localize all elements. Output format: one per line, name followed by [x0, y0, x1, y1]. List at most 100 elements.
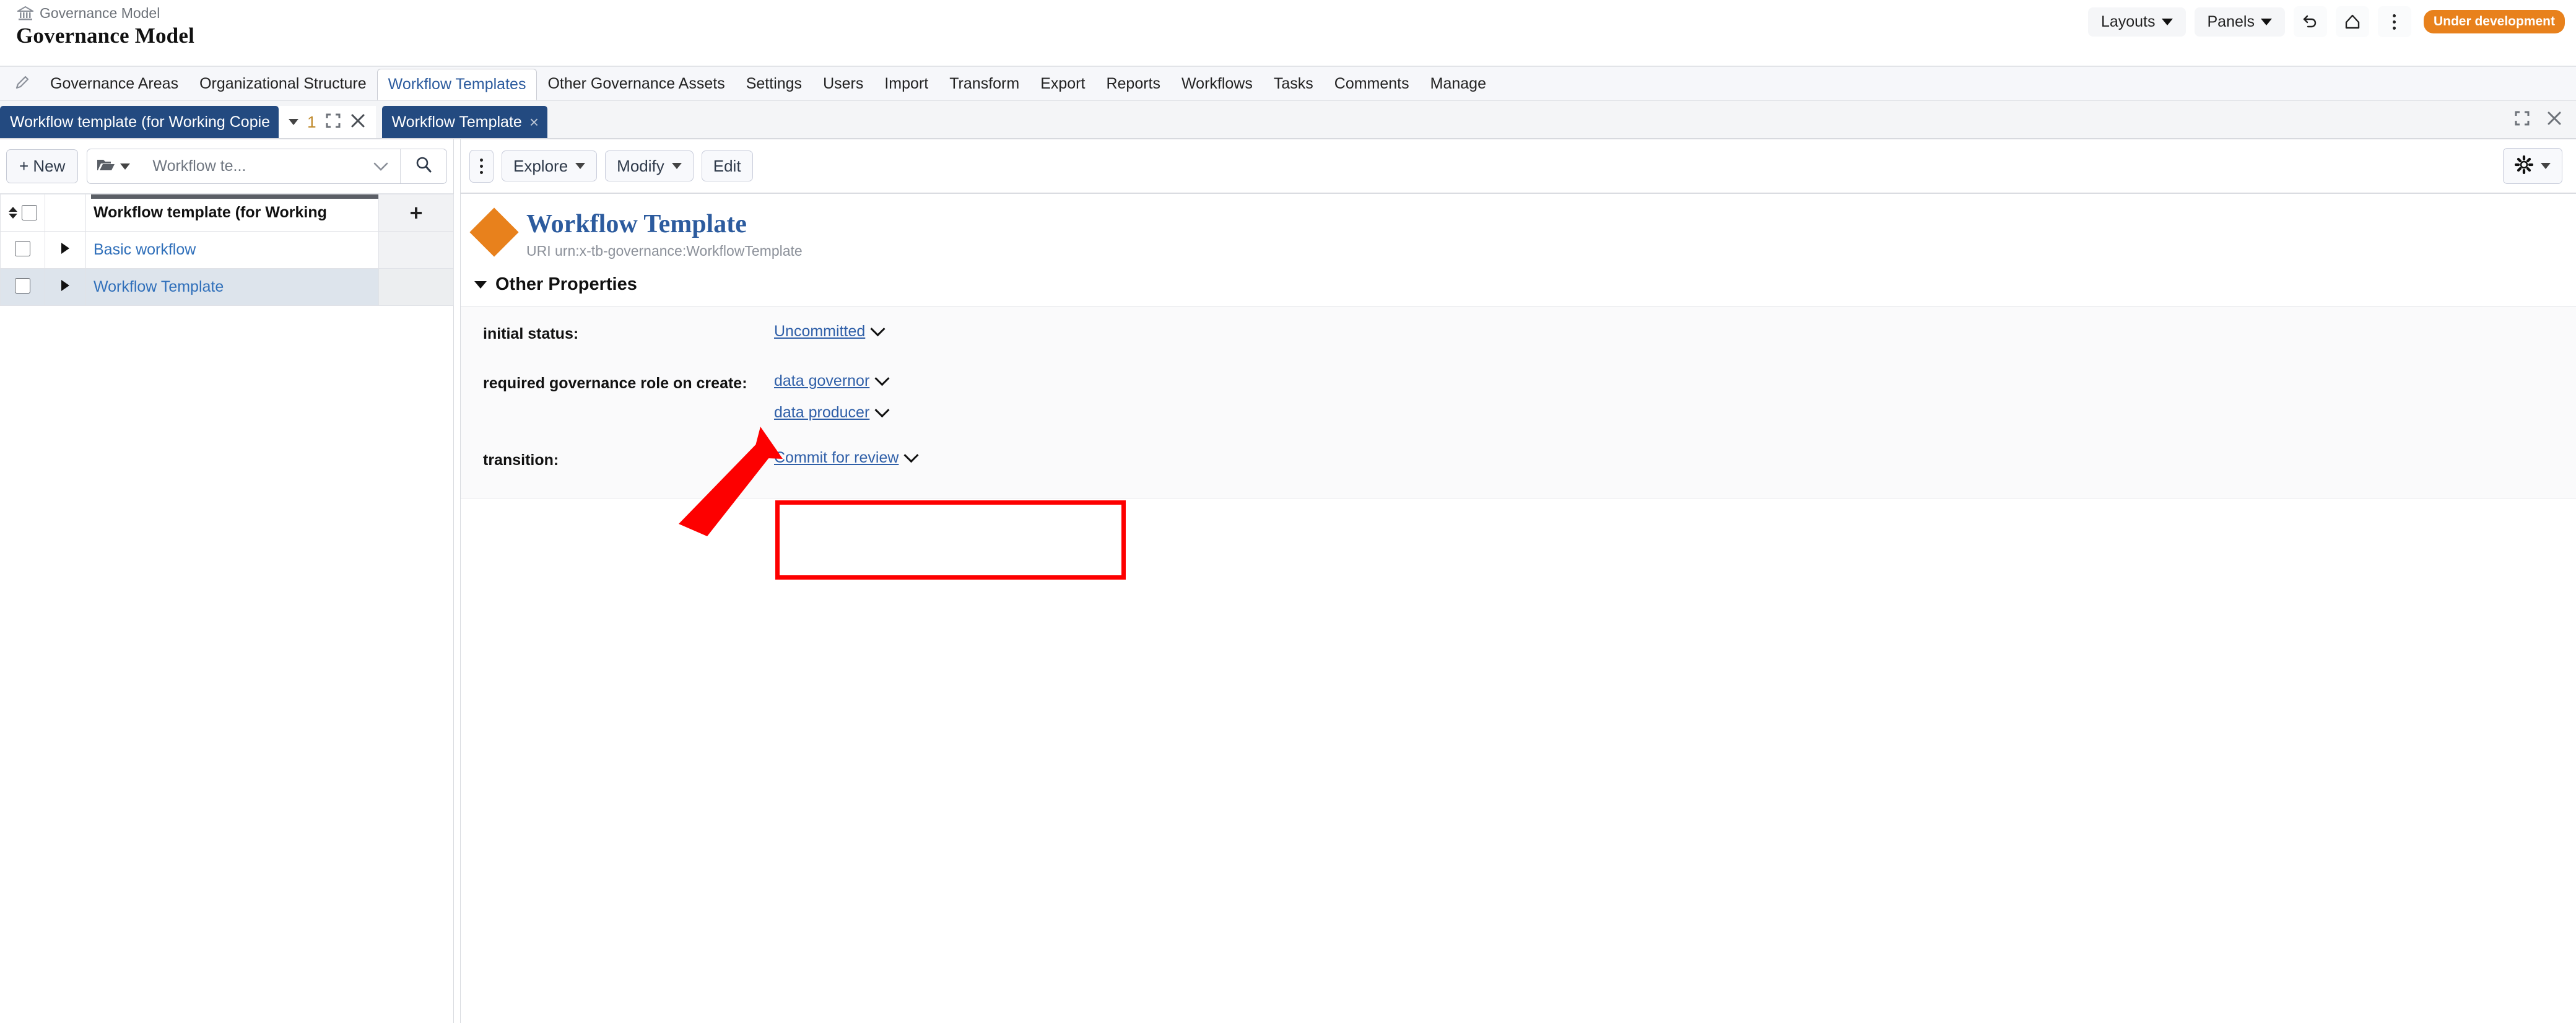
- edit-button[interactable]: Edit: [702, 150, 753, 181]
- tab-left-tools: 1: [279, 106, 375, 138]
- column-resize-bar[interactable]: [91, 194, 378, 199]
- panel-close-button[interactable]: [2546, 110, 2562, 129]
- property-value-dropdown[interactable]: Commit for review: [774, 449, 916, 467]
- settings-button[interactable]: [2503, 148, 2562, 184]
- home-button[interactable]: [2336, 6, 2369, 37]
- property-value-link[interactable]: data producer: [774, 404, 869, 422]
- chevron-down-icon: [875, 403, 890, 418]
- select-all-checkbox[interactable]: [22, 205, 37, 220]
- search-button[interactable]: [400, 149, 446, 183]
- property-value-dropdown[interactable]: Uncommitted: [774, 323, 883, 341]
- property-value-link[interactable]: Uncommitted: [774, 323, 865, 341]
- property-label: transition:: [483, 449, 774, 471]
- nav-item-label: Users: [823, 75, 863, 93]
- nav-item-label: Manage: [1430, 75, 1486, 93]
- panel-overflow-button[interactable]: [469, 150, 494, 183]
- gear-icon: [2515, 155, 2533, 176]
- chevron-down-icon: [2541, 163, 2551, 169]
- sort-icon[interactable]: [9, 207, 17, 219]
- row-label-cell[interactable]: Workflow Template: [86, 269, 379, 306]
- other-properties-section-toggle[interactable]: Other Properties: [461, 259, 2576, 306]
- folder-scope-button[interactable]: [87, 149, 136, 183]
- layouts-button[interactable]: Layouts: [2088, 7, 2186, 37]
- tab-maximize-button[interactable]: [325, 113, 341, 132]
- row-expand-cell[interactable]: [45, 269, 86, 306]
- properties-list: initial status:Uncommittedrequired gover…: [461, 306, 2576, 498]
- chevron-down-icon: [875, 372, 890, 386]
- nav-item-import[interactable]: Import: [874, 67, 939, 100]
- row-expand-cell[interactable]: [45, 232, 86, 269]
- nav-item-transform[interactable]: Transform: [939, 67, 1030, 100]
- add-column-button[interactable]: +: [379, 194, 454, 232]
- chevron-down-icon: [120, 163, 130, 170]
- search-box: Workflow te...: [87, 149, 447, 184]
- undo-button[interactable]: [2294, 6, 2327, 37]
- overflow-menu-button[interactable]: [2378, 6, 2411, 37]
- nav-item-comments[interactable]: Comments: [1324, 67, 1420, 100]
- nav-item-organizational-structure[interactable]: Organizational Structure: [189, 67, 377, 100]
- tree-header-label: Workflow template (for Working: [94, 204, 327, 221]
- nav-item-manage[interactable]: Manage: [1420, 67, 1497, 100]
- property-values: Commit for review: [774, 449, 916, 467]
- nav-item-label: Workflow Templates: [388, 76, 526, 94]
- chevron-down-icon: [575, 163, 585, 169]
- nav-item-label: Export: [1040, 75, 1085, 93]
- tab-workflow-template[interactable]: Workflow Template ×: [382, 106, 547, 138]
- row-checkbox-cell[interactable]: [1, 232, 45, 269]
- property-value-link[interactable]: data governor: [774, 372, 869, 390]
- new-button[interactable]: + New: [6, 149, 78, 183]
- panel-maximize-button[interactable]: [2514, 110, 2530, 129]
- edit-mode-toggle[interactable]: [0, 67, 40, 100]
- row-trailing-cell: [379, 269, 454, 306]
- tab-group-right: Workflow Template ×: [382, 106, 547, 138]
- explore-button[interactable]: Explore: [502, 150, 597, 181]
- nav-item-label: Organizational Structure: [199, 75, 367, 93]
- chevron-right-icon[interactable]: [61, 243, 69, 254]
- nav-item-export[interactable]: Export: [1030, 67, 1095, 100]
- top-bar: Governance Model Governance Model Layout…: [0, 0, 2576, 67]
- row-checkbox[interactable]: [15, 278, 30, 294]
- modify-button[interactable]: Modify: [605, 150, 694, 181]
- tab-close-icon[interactable]: ×: [529, 114, 539, 130]
- panels-label: Panels: [2208, 14, 2255, 30]
- nav-item-settings[interactable]: Settings: [736, 67, 812, 100]
- chevron-right-icon[interactable]: [61, 280, 69, 291]
- select-all-cell[interactable]: [1, 194, 45, 232]
- row-checkbox-cell[interactable]: [1, 269, 45, 306]
- row-checkbox[interactable]: [15, 241, 30, 256]
- property-label: initial status:: [483, 323, 774, 345]
- nav-item-users[interactable]: Users: [812, 67, 874, 100]
- nav-item-tasks[interactable]: Tasks: [1263, 67, 1324, 100]
- row-label-cell[interactable]: Basic workflow: [86, 232, 379, 269]
- tree-column-header: Workflow template (for Working: [86, 194, 379, 232]
- chevron-down-icon: [2261, 19, 2272, 25]
- property-value-dropdown[interactable]: data governor: [774, 372, 887, 390]
- panels-button[interactable]: Panels: [2195, 7, 2285, 37]
- tab-group-left: Workflow template (for Working Copie 1: [0, 106, 376, 138]
- nav-item-reports[interactable]: Reports: [1095, 67, 1171, 100]
- nav-item-label: Reports: [1106, 75, 1160, 93]
- pencil-icon: [14, 74, 31, 94]
- tree-header-row: Workflow template (for Working +: [1, 194, 454, 232]
- property-value-dropdown[interactable]: data producer: [774, 404, 887, 422]
- table-row[interactable]: Workflow Template: [1, 269, 454, 306]
- tab-menu-button[interactable]: [289, 119, 298, 125]
- chevron-down-icon: [2162, 19, 2173, 25]
- tab-close-button[interactable]: [350, 113, 366, 132]
- nav-item-workflows[interactable]: Workflows: [1171, 67, 1263, 100]
- panel-splitter[interactable]: [454, 139, 461, 1023]
- nav-item-governance-areas[interactable]: Governance Areas: [40, 67, 189, 100]
- chevron-down-icon: [904, 448, 919, 463]
- breadcrumb: Governance Model: [17, 5, 160, 22]
- table-row[interactable]: Basic workflow: [1, 232, 454, 269]
- chevron-down-icon: [672, 163, 682, 169]
- search-dropdown-button[interactable]: [362, 149, 400, 183]
- tab-workflow-template-working-copies[interactable]: Workflow template (for Working Copie: [0, 106, 279, 138]
- search-input[interactable]: Workflow te...: [136, 149, 362, 183]
- property-value-link[interactable]: Commit for review: [774, 449, 899, 467]
- breadcrumb-label: Governance Model: [40, 5, 160, 22]
- nav-item-workflow-templates[interactable]: Workflow Templates: [377, 69, 537, 100]
- nav-item-label: Workflows: [1181, 75, 1253, 93]
- nav-item-other-governance-assets[interactable]: Other Governance Assets: [537, 67, 735, 100]
- uri-value: urn:x-tb-governance:WorkflowTemplate: [555, 243, 803, 259]
